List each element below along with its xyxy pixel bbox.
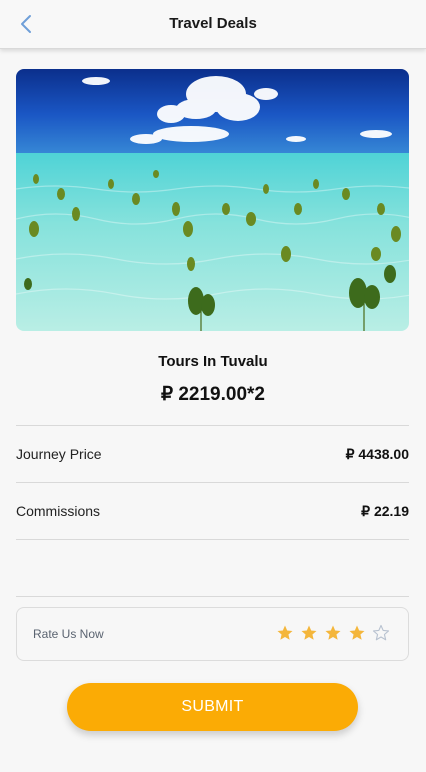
submit-button[interactable]: SUBMIT — [67, 683, 358, 731]
star-empty-icon[interactable] — [372, 624, 390, 642]
star-filled-icon[interactable] — [276, 624, 294, 642]
divider — [16, 482, 409, 483]
divider — [16, 596, 409, 597]
star-filled-icon[interactable] — [348, 624, 366, 642]
star-rating — [276, 624, 390, 642]
star-filled-icon[interactable] — [324, 624, 342, 642]
tour-name: Tours In Tuvalu — [158, 353, 268, 370]
commissions-label: Commissions — [16, 503, 101, 519]
rating-box: Rate Us Now — [16, 607, 409, 661]
journey-price-label: Journey Price — [16, 446, 102, 462]
divider — [16, 425, 409, 426]
tour-image — [16, 69, 409, 331]
journey-price-value: ₽ 4438.00 — [345, 446, 409, 462]
page-title: Travel Deals — [169, 15, 257, 32]
commissions-value: ₽ 22.19 — [361, 503, 409, 519]
star-filled-icon[interactable] — [300, 624, 318, 642]
rate-us-label: Rate Us Now — [33, 627, 104, 641]
divider — [16, 539, 409, 540]
tour-price: ₽ 2219.00*2 — [160, 384, 265, 405]
app-header: Travel Deals — [0, 0, 426, 49]
